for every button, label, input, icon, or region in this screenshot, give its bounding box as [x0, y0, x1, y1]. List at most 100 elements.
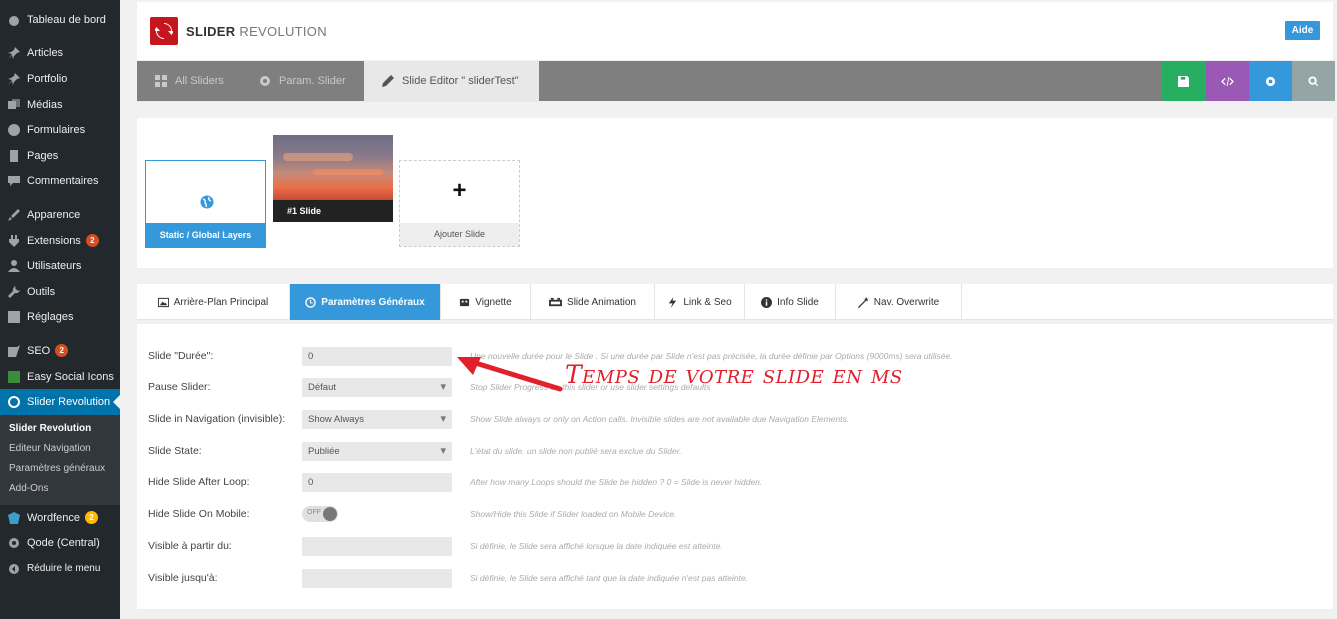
slide-label: Ajouter Slide [400, 223, 519, 246]
sidebar-item-slider-revolution[interactable]: Slider Revolution [0, 389, 120, 415]
add-slide-button[interactable]: + Ajouter Slide [399, 160, 520, 247]
sidebar-item-label: Utilisateurs [27, 260, 82, 273]
submenu-item-editeur-navigation[interactable]: Editeur Navigation [0, 439, 120, 459]
logo-text-light: REVOLUTION [235, 23, 327, 39]
field-label: Pause Slider: [148, 381, 211, 393]
visible-from-date-input[interactable] [302, 537, 452, 556]
pencil-icon [382, 75, 394, 87]
code-button[interactable] [1206, 61, 1249, 101]
code-icon [1221, 76, 1234, 86]
slide-state-select[interactable]: Publiée [302, 442, 452, 461]
sidebar-item-wordfence[interactable]: Wordfence 2 [0, 505, 120, 531]
tab-slide-animation[interactable]: Slide Animation [531, 284, 655, 320]
sidebar-item-pages[interactable]: Pages [0, 143, 120, 169]
sidebar-item-label: Articles [27, 47, 64, 60]
field-description: L'état du slide. un slide non publié ser… [470, 446, 682, 456]
tab-slide-editor[interactable]: Slide Editor " sliderTest" [364, 61, 539, 101]
sidebar-item-label: Portfolio [27, 72, 68, 85]
tab-label: Info Slide [777, 296, 819, 308]
tab-main-background[interactable]: Arrière-Plan Principal [137, 284, 290, 320]
form-row-visible-until: Visible jusqu'à: Si définie, le Slide se… [137, 569, 1333, 589]
media-icon [7, 98, 21, 112]
slide-1-thumbnail[interactable]: #1 Slide [273, 135, 393, 222]
visible-until-date-input[interactable] [302, 569, 452, 588]
tab-slide-info[interactable]: Info Slide [745, 284, 836, 320]
slide-settings-tabs: Arrière-Plan Principal Paramètres Généra… [137, 284, 1333, 320]
submenu-item-add-ons[interactable]: Add-Ons [0, 479, 120, 499]
form-row-slide-in-navigation: Slide in Navigation (invisible): Show Al… [137, 410, 1333, 430]
magic-wand-icon [857, 296, 869, 308]
sidebar-item-label: Formulaires [27, 124, 86, 137]
plugin-header: SLIDER REVOLUTION Aide [137, 2, 1333, 60]
submenu-item-slider-revolution[interactable]: Slider Revolution [0, 419, 120, 439]
field-label: Slide State: [148, 445, 202, 457]
slider-revolution-icon [7, 395, 21, 409]
tab-general-settings[interactable]: Paramètres Généraux [290, 284, 441, 320]
search-button[interactable] [1292, 61, 1335, 101]
save-icon [1178, 75, 1189, 87]
duration-input[interactable]: 0 [302, 347, 452, 366]
static-global-layers-slide[interactable]: Static / Global Layers [145, 160, 266, 248]
settings-icon [7, 310, 21, 324]
dashboard-icon [7, 13, 21, 27]
sidebar-item-label: Réglages [27, 311, 74, 324]
grid-icon [155, 75, 167, 87]
sidebar-item-outils[interactable]: Outils [0, 279, 120, 305]
search-icon [1308, 75, 1319, 86]
slide-in-navigation-select[interactable]: Show Always [302, 410, 452, 429]
sidebar-item-extensions[interactable]: Extensions 2 [0, 228, 120, 254]
tab-slider-params[interactable]: Param. Slider [259, 61, 346, 101]
sidebar-item-portfolio[interactable]: Portfolio [0, 66, 120, 92]
pin-icon [7, 46, 21, 60]
gear-icon [1265, 76, 1276, 86]
plugins-icon [7, 234, 21, 248]
sidebar-item-label: Slider Revolution [27, 396, 111, 409]
update-count-badge: 2 [85, 234, 99, 248]
sidebar-item-articles[interactable]: Articles [0, 41, 120, 67]
tab-label: Arrière-Plan Principal [173, 296, 269, 308]
tab-label: Nav. Overwrite [873, 296, 940, 308]
sidebar-item-formulaires[interactable]: Formulaires [0, 117, 120, 143]
sidebar-item-medias[interactable]: Médias [0, 92, 120, 118]
sidebar-item-easy-social-icons[interactable]: Easy Social Icons [0, 364, 120, 390]
tab-all-sliders[interactable]: All Sliders [155, 61, 224, 101]
sidebar-item-label: Qode (Central) [27, 537, 100, 550]
seo-icon [7, 344, 21, 358]
history-icon [305, 296, 317, 308]
tab-link-seo[interactable]: Link & Seo [655, 284, 745, 320]
settings-button[interactable] [1249, 61, 1292, 101]
hide-on-mobile-toggle[interactable]: OFF [302, 506, 338, 522]
tab-label: Slide Animation [567, 296, 636, 308]
plus-icon: + [452, 177, 467, 204]
lightning-icon [669, 296, 677, 308]
field-label: Hide Slide After Loop: [148, 476, 250, 488]
tab-label: Vignette [475, 296, 512, 308]
help-button[interactable]: Aide [1285, 21, 1320, 40]
sidebar-item-reglages[interactable]: Réglages [0, 305, 120, 331]
field-description: Show/Hide this Slide if Slider loaded on… [470, 509, 677, 519]
sidebar-item-qode-central[interactable]: Qode (Central) [0, 531, 120, 557]
hide-after-loop-input[interactable]: 0 [302, 473, 452, 492]
gear-icon [260, 76, 270, 86]
tab-nav-overwrite[interactable]: Nav. Overwrite [836, 284, 962, 320]
collapse-menu-button[interactable]: Réduire le menu [0, 556, 120, 582]
submenu-item-parametres-generaux[interactable]: Paramètres généraux [0, 459, 120, 479]
sidebar-item-commentaires[interactable]: Commentaires [0, 169, 120, 195]
share-icon [7, 370, 21, 384]
active-tab-underline [137, 101, 539, 102]
form-row-slide-state: Slide State: Publiée L'état du slide. un… [137, 442, 1333, 462]
collapse-icon [7, 562, 21, 576]
sidebar-item-label: Apparence [27, 208, 81, 221]
sidebar-item-label: Tableau de bord [27, 13, 106, 26]
pause-slider-select[interactable]: Défaut [302, 378, 452, 397]
sidebar-item-utilisateurs[interactable]: Utilisateurs [0, 253, 120, 279]
tab-thumbnail[interactable]: Vignette [441, 284, 531, 320]
sidebar-item-seo[interactable]: SEO 2 [0, 338, 120, 364]
save-button[interactable] [1162, 61, 1205, 101]
sidebar-item-dashboard[interactable]: Tableau de bord [0, 7, 120, 33]
animation-icon [549, 297, 562, 306]
tools-icon [7, 285, 21, 299]
sidebar-item-label: Commentaires [27, 175, 99, 188]
pin-icon [7, 72, 21, 86]
sidebar-item-apparence[interactable]: Apparence [0, 202, 120, 228]
